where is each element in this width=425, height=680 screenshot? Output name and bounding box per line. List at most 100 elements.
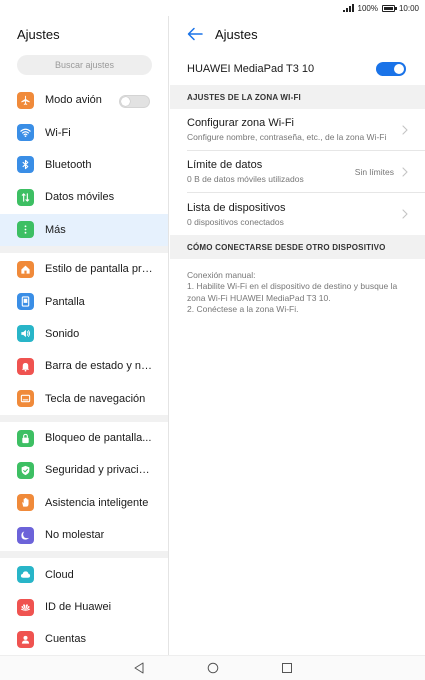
settings-title: Ajustes (17, 26, 60, 42)
battery-icon (381, 4, 397, 12)
hotspot-toggle[interactable] (376, 61, 406, 76)
settings-list-pane: Ajustes Buscar ajustes Modo avión Wi-Fi Bl… (0, 16, 169, 655)
settings-group: Estilo de pantalla pri... Pantalla Sonido B… (0, 252, 168, 415)
clock: 10:00 (398, 3, 419, 13)
sidebar-item-label: Wi-Fi (45, 126, 71, 139)
chevron-right-icon (402, 166, 408, 177)
search-placeholder: Buscar ajustes (54, 60, 115, 70)
sidebar-item-display[interactable]: Pantalla (0, 285, 168, 317)
hotspot-name: HUAWEI MediaPad T3 10 (187, 62, 315, 75)
sidebar-item-wifi[interactable]: Wi-Fi (0, 116, 168, 148)
device-list-item[interactable]: Lista de dispositivos 0 dispositivos cone… (187, 193, 425, 235)
sidebar-item-label: Estilo de pantalla pri... (45, 263, 153, 276)
sidebar-item-account[interactable]: Cuentas (0, 623, 168, 655)
navigation-key-icon (17, 390, 34, 408)
item-value: Sin límites (354, 166, 394, 177)
navigation-bar (0, 655, 425, 680)
sidebar-item-label: No molestar (45, 529, 105, 542)
item-subtitle: 0 dispositivos conectados (187, 216, 284, 227)
sidebar-item-label: Datos móviles (45, 191, 115, 204)
more-icon (17, 221, 34, 239)
item-subtitle: 0 B de datos móviles utilizados (187, 174, 304, 184)
section-hotspot-settings: AJUSTES DE LA ZONA WI-FI (170, 85, 425, 109)
data-limit-item[interactable]: Límite de datos 0 B de datos móviles util… (187, 151, 425, 193)
group-separator (0, 551, 168, 559)
detail-title: Ajustes (215, 26, 258, 42)
sidebar-item-label: Cloud (45, 568, 74, 581)
sidebar-item-bluetooth[interactable]: Bluetooth (0, 149, 168, 181)
hotspot-toggle-row[interactable]: HUAWEI MediaPad T3 10 (170, 52, 425, 85)
sidebar-item-label: Bloqueo de pantalla... (45, 432, 152, 445)
airplane-icon (17, 91, 34, 109)
hotspot-settings-list: Configurar zona Wi-Fi Configure nombre, c… (170, 109, 425, 235)
settings-groups: Modo avión Wi-Fi Bluetooth Datos móviles Más… (0, 84, 168, 655)
sidebar-item-label: Cuentas (45, 633, 86, 646)
bluetooth-icon (17, 156, 34, 174)
sidebar-item-label: Bluetooth (45, 158, 92, 171)
home-screen-icon (17, 260, 34, 278)
mobile-data-icon (17, 188, 34, 206)
settings-group: Bloqueo de pantalla... Seguridad y privac… (0, 421, 168, 552)
sidebar-item-label: Barra de estado y no... (45, 360, 153, 373)
airplane-mode-toggle[interactable] (119, 95, 150, 108)
sidebar-item-mobile-data[interactable]: Datos móviles (0, 181, 168, 213)
sidebar-item-notification[interactable]: Barra de estado y no... (0, 350, 168, 382)
item-title: Lista de dispositivos (187, 201, 286, 214)
sidebar-item-more[interactable]: Más (0, 213, 168, 246)
lock-icon (17, 429, 34, 447)
settings-group: Cloud ID de Huawei Cuentas (0, 558, 168, 655)
sidebar-item-sound[interactable]: Sonido (0, 318, 168, 350)
sidebar-item-moon[interactable]: No molestar (0, 519, 168, 551)
account-icon (17, 630, 34, 648)
sidebar-item-label: Modo avión (45, 94, 102, 107)
sidebar-item-label: Seguridad y privacid... (45, 464, 153, 477)
sidebar-item-huawei[interactable]: ID de Huawei (0, 591, 168, 623)
chevron-right-icon (402, 209, 408, 219)
settings-group: Modo avión Wi-Fi Bluetooth Datos móviles Más (0, 84, 168, 246)
sidebar-item-label: Más (45, 223, 66, 236)
home-nav-icon[interactable] (207, 662, 219, 674)
sidebar-item-label: Sonido (45, 327, 80, 340)
sidebar-item-shield[interactable]: Seguridad y privacid... (0, 454, 168, 486)
wifi-icon (17, 124, 34, 142)
item-text: Configurar zona Wi-Fi Configure nombre, c… (187, 117, 402, 142)
sidebar-item-cloud[interactable]: Cloud (0, 558, 168, 590)
section-how-to-connect: CÓMO CONECTARSE DESDE OTRO DISPOSITIVO (170, 235, 425, 259)
sidebar-item-label: ID de Huawei (45, 601, 112, 614)
sidebar-item-navigation-key[interactable]: Tecla de navegación (0, 383, 168, 415)
recents-nav-icon[interactable] (281, 662, 293, 674)
sidebar-item-label: Tecla de navegación (45, 392, 146, 405)
sidebar-item-airplane[interactable]: Modo avión (0, 84, 168, 116)
back-arrow-icon[interactable] (187, 27, 203, 41)
group-separator (0, 414, 168, 422)
back-nav-icon[interactable] (133, 662, 145, 674)
signal-icon (342, 4, 354, 12)
moon-icon (17, 526, 34, 544)
sidebar-item-label: Asistencia inteligente (45, 496, 149, 509)
search-input[interactable]: Buscar ajustes (17, 55, 152, 75)
item-text: Límite de datos 0 B de datos móviles util… (187, 159, 355, 184)
item-title: Límite de datos (187, 159, 263, 171)
sidebar-item-lock[interactable]: Bloqueo de pantalla... (0, 422, 168, 454)
item-title: Configurar zona Wi-Fi (187, 117, 294, 129)
item-text: Lista de dispositivos 0 dispositivos cone… (187, 202, 402, 227)
sidebar-item-label: Pantalla (45, 295, 85, 308)
cloud-icon (17, 566, 34, 584)
group-separator (0, 245, 168, 253)
hand-icon (17, 494, 34, 512)
huawei-icon (17, 598, 34, 616)
status-bar: 100% 10:00 (0, 0, 425, 16)
detail-header: Ajustes (170, 16, 425, 52)
detail-pane: Ajustes HUAWEI MediaPad T3 10 AJUSTES DE… (170, 16, 425, 655)
shield-icon (17, 461, 34, 479)
sidebar-item-hand[interactable]: Asistencia inteligente (0, 487, 168, 519)
display-icon (17, 293, 34, 311)
manual-connection-instructions: Conexión manual: 1. Habilite Wi-Fi en el… (170, 259, 425, 316)
manual-line: 1. Habilite Wi-Fi en el dispositivo de d… (187, 281, 398, 303)
item-subtitle: Configure nombre, contraseña, etc., de l… (187, 132, 387, 142)
chevron-right-icon (402, 124, 408, 135)
manual-line: 2. Conéctese a la zona Wi-Fi. (187, 304, 299, 315)
sidebar-item-home-screen[interactable]: Estilo de pantalla pri... (0, 253, 168, 285)
configure-hotspot-item[interactable]: Configurar zona Wi-Fi Configure nombre, c… (187, 109, 425, 151)
sound-icon (17, 325, 34, 343)
